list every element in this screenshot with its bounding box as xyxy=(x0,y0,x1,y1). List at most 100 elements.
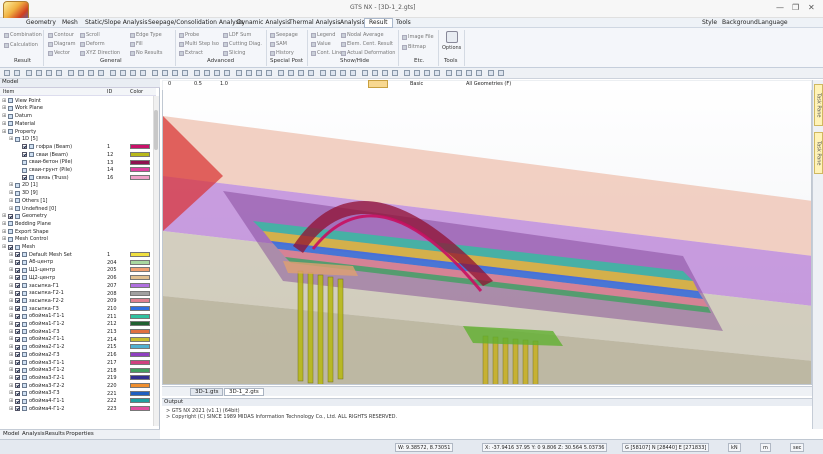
tree-item[interactable]: ⊞ Datum xyxy=(2,112,32,120)
tree-item[interactable]: ⊞ засыпка-Г1 xyxy=(9,282,59,290)
tree-item[interactable]: ⊞ обойма2-Г3 xyxy=(9,351,60,359)
tree-item-color-swatch[interactable] xyxy=(130,390,150,396)
tree-item-color-swatch[interactable] xyxy=(130,144,150,150)
ribbon-sam[interactable]: SAM xyxy=(270,41,287,47)
tree-checkbox[interactable] xyxy=(15,367,20,373)
ribbon-seepage[interactable]: Seepage xyxy=(270,32,298,38)
unit-force-select[interactable]: kN xyxy=(728,443,741,452)
toolbar-tool-icon[interactable] xyxy=(14,70,20,76)
tree-item-color-swatch[interactable] xyxy=(130,321,150,327)
toolbar-tool-icon[interactable] xyxy=(130,70,136,76)
ribbon-deform[interactable]: Deform xyxy=(80,41,105,47)
tree-item[interactable]: ⊞ обойма4-Г1-2 xyxy=(9,405,65,413)
expand-icon[interactable]: ⊞ xyxy=(9,190,14,196)
tree-checkbox[interactable] xyxy=(15,329,20,335)
menu-background[interactable]: Background xyxy=(722,19,758,26)
tree-checkbox[interactable] xyxy=(15,290,20,296)
expand-icon[interactable]: ⊞ xyxy=(9,329,14,335)
ribbon-diagram[interactable]: Diagram xyxy=(48,41,75,47)
view-mode-icon[interactable] xyxy=(368,80,388,88)
tree-item-color-swatch[interactable] xyxy=(130,167,150,173)
expand-icon[interactable]: ⊞ xyxy=(9,367,14,373)
expand-icon[interactable]: ⊞ xyxy=(2,229,7,235)
tree-item-color-swatch[interactable] xyxy=(130,375,150,381)
tree-item[interactable]: ⊞ обойма3-Г2-1 xyxy=(9,374,65,382)
tree-item-color-swatch[interactable] xyxy=(130,344,150,350)
toolbar-tool-icon[interactable] xyxy=(98,70,104,76)
tree-checkbox[interactable] xyxy=(8,244,13,250)
tree-item[interactable]: ⊞ обойма1-Г3 xyxy=(9,328,60,336)
ribbon-xyz-direction[interactable]: XYZ Direction xyxy=(80,50,120,56)
expand-icon[interactable]: ⊞ xyxy=(2,105,7,111)
tree-checkbox[interactable] xyxy=(15,267,20,273)
toolbar-tool-icon[interactable] xyxy=(414,70,420,76)
tree-checkbox[interactable] xyxy=(22,175,27,181)
tree-item-color-swatch[interactable] xyxy=(130,252,150,257)
expand-icon[interactable]: ⊞ xyxy=(9,252,14,258)
menu-style[interactable]: Style xyxy=(702,19,717,26)
tree-item[interactable]: ⊞ Others [1] xyxy=(9,197,47,205)
expand-icon[interactable]: ⊞ xyxy=(9,290,14,296)
toolbar-tool-icon[interactable] xyxy=(404,70,410,76)
tree-checkbox[interactable] xyxy=(15,298,20,304)
tab-analysis[interactable]: Analysis xyxy=(22,431,45,437)
ribbon-combination[interactable]: Combination xyxy=(4,32,42,38)
toolbar-tool-icon[interactable] xyxy=(278,70,284,76)
ribbon-extract[interactable]: Extract xyxy=(179,50,203,56)
tree-item-color-swatch[interactable] xyxy=(130,282,150,288)
expand-icon[interactable]: ⊞ xyxy=(9,267,14,273)
menu-tools[interactable]: Tools xyxy=(396,19,411,26)
menu-seepage[interactable]: Seepage/Consolidation Analysis xyxy=(148,19,244,26)
tree-item[interactable]: ⊞ Material xyxy=(2,120,35,128)
tree-item-color-swatch[interactable] xyxy=(130,336,150,342)
ribbon-probe[interactable]: Probe xyxy=(179,32,199,38)
tree-item-color-swatch[interactable] xyxy=(130,267,150,273)
toolbar-tool-icon[interactable] xyxy=(88,70,94,76)
tree-item-color-swatch[interactable] xyxy=(130,259,150,265)
ribbon-slicing[interactable]: Slicing xyxy=(223,50,245,56)
toolbar-tool-icon[interactable] xyxy=(466,70,472,76)
tree-item[interactable]: ⊞ 3D [9] xyxy=(9,189,38,197)
tree-item[interactable]: сваи (Beam) xyxy=(16,151,68,159)
ribbon-fill[interactable]: Fill xyxy=(130,41,143,47)
ribbon-scroll[interactable]: Scroll xyxy=(80,32,100,38)
tree-item[interactable]: ⊞ засыпка-Г2-2 xyxy=(9,297,64,305)
expand-icon[interactable]: ⊞ xyxy=(9,398,14,404)
toolbar-tool-icon[interactable] xyxy=(372,70,378,76)
toolbar-tool-icon[interactable] xyxy=(46,70,52,76)
ribbon-history[interactable]: History xyxy=(270,50,294,56)
ribbon-cont-line[interactable]: Cont. Line xyxy=(311,50,342,56)
toolbar-tool-icon[interactable] xyxy=(4,70,10,76)
toolbar-tool-icon[interactable] xyxy=(256,70,262,76)
tree-item-color-swatch[interactable] xyxy=(130,313,150,319)
toolbar-tool-icon[interactable] xyxy=(362,70,368,76)
toolbar-tool-icon[interactable] xyxy=(266,70,272,76)
tree-checkbox[interactable] xyxy=(15,383,20,389)
tree-item-color-swatch[interactable] xyxy=(130,382,150,388)
expand-icon[interactable]: ⊞ xyxy=(9,313,14,319)
toolbar-tool-icon[interactable] xyxy=(68,70,74,76)
tree-item[interactable]: ⊞ Щ2-центр xyxy=(9,274,55,282)
tree-item-color-swatch[interactable] xyxy=(130,151,150,157)
tab-properties[interactable]: Properties xyxy=(66,431,94,437)
toolbar-tool-icon[interactable] xyxy=(204,70,210,76)
toolbar-tool-icon[interactable] xyxy=(224,70,230,76)
ribbon-value[interactable]: Value xyxy=(311,41,331,47)
geometry-filter-select[interactable]: All Geometries (F) xyxy=(466,81,511,87)
expand-icon[interactable]: ⊞ xyxy=(9,375,14,381)
tree-item[interactable]: гофра (Beam) xyxy=(16,143,72,151)
tree-item[interactable]: ⊞ обойма3-Г1-2 xyxy=(9,367,65,375)
expand-icon[interactable]: ⊞ xyxy=(9,406,14,412)
menu-static-slope[interactable]: Static/Slope Analysis xyxy=(85,19,147,26)
ribbon-nodal-average[interactable]: Nodal Average xyxy=(341,32,384,38)
toolbar-tool-icon[interactable] xyxy=(194,70,200,76)
expand-icon[interactable]: ⊞ xyxy=(2,113,7,119)
doc-tab-3d-1-2[interactable]: 3D-1_2.gts xyxy=(224,388,264,396)
expand-icon[interactable]: ⊞ xyxy=(2,98,7,104)
toolbar-tool-icon[interactable] xyxy=(182,70,188,76)
expand-icon[interactable]: ⊞ xyxy=(9,390,14,396)
tree-item[interactable]: ⊞ 2D [1] xyxy=(9,182,38,190)
toolbar-tool-icon[interactable] xyxy=(78,70,84,76)
tree-checkbox[interactable] xyxy=(15,313,20,319)
tree-item-color-swatch[interactable] xyxy=(130,275,150,281)
